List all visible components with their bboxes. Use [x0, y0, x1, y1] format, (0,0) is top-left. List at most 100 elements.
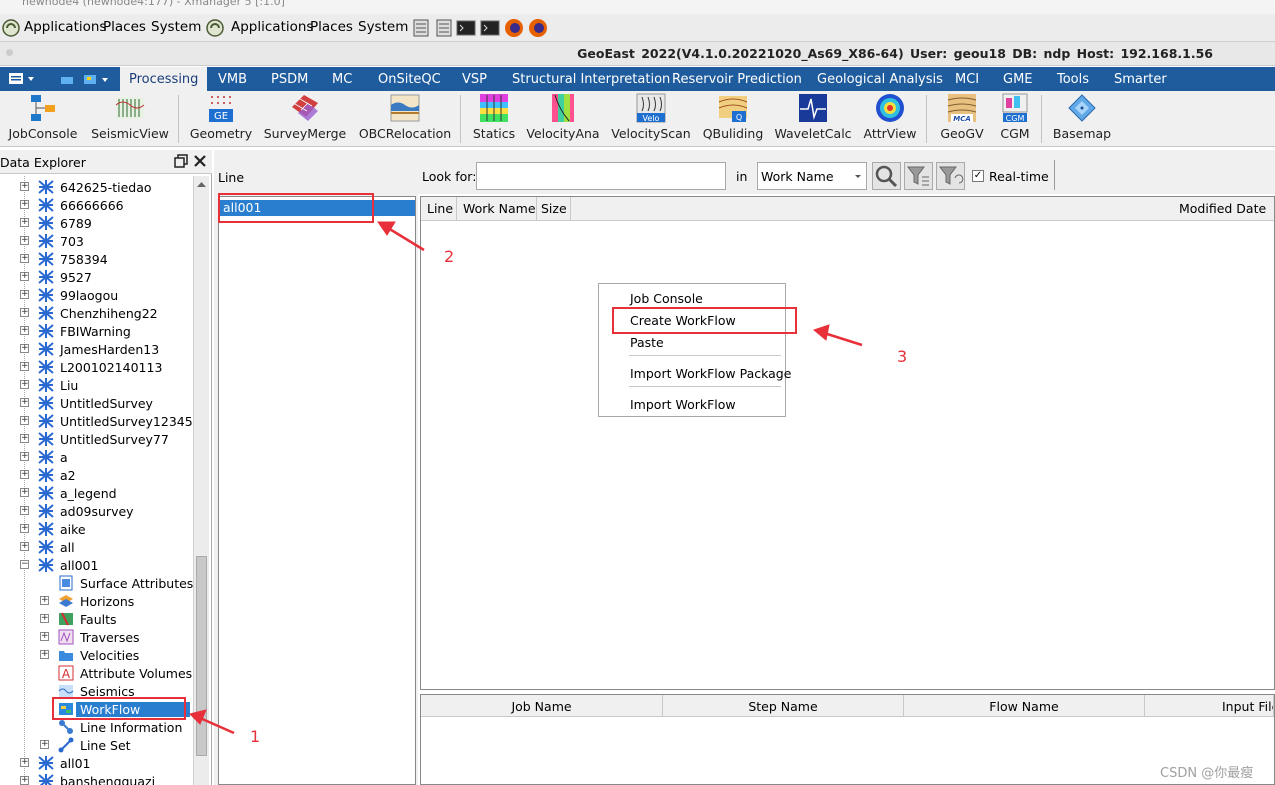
- tree-survey-item[interactable]: + Chenzhiheng22: [0, 304, 193, 322]
- tree-survey-item[interactable]: + FBIWarning: [0, 322, 193, 340]
- expand-toggle[interactable]: +: [20, 182, 29, 191]
- expand-toggle[interactable]: +: [20, 326, 29, 335]
- column-line[interactable]: Line: [427, 201, 453, 216]
- waveletcalc-tool[interactable]: WaveletCalc: [774, 93, 852, 141]
- expand-toggle[interactable]: +: [20, 254, 29, 263]
- menu-item-import-workflow-package[interactable]: Import WorkFlow Package: [630, 366, 791, 381]
- quick-tools-icon[interactable]: [60, 72, 110, 86]
- menu-places[interactable]: Places: [310, 19, 353, 35]
- expand-toggle[interactable]: +: [20, 218, 29, 227]
- tree-survey-item[interactable]: + UntitledSurvey: [0, 394, 193, 412]
- statics-tool[interactable]: Statics: [472, 93, 516, 141]
- basemap-tool[interactable]: Basemap: [1050, 93, 1114, 141]
- explorer-scrollbar[interactable]: [193, 176, 209, 785]
- tree-survey-item[interactable]: + Liu: [0, 376, 193, 394]
- expand-toggle[interactable]: +: [20, 362, 29, 371]
- expand-toggle[interactable]: +: [20, 380, 29, 389]
- velocityscan-tool[interactable]: Velo VelocityScan: [611, 93, 691, 141]
- tree-survey-item[interactable]: + aike: [0, 520, 193, 538]
- column-work-name[interactable]: Work Name: [463, 201, 536, 216]
- gnome-foot-icon[interactable]: [205, 18, 225, 38]
- gnome-foot-icon[interactable]: [1, 18, 21, 38]
- firefox-icon[interactable]: [528, 18, 548, 38]
- restore-icon[interactable]: [174, 154, 188, 168]
- tab-vmb[interactable]: VMB: [218, 72, 247, 87]
- file-manager-icon[interactable]: [411, 18, 431, 38]
- scroll-thumb[interactable]: [196, 556, 207, 756]
- collapse-toggle[interactable]: −: [20, 560, 29, 569]
- file-manager-icon[interactable]: [434, 18, 454, 38]
- column-job-name[interactable]: Job Name: [421, 695, 663, 717]
- tab-processing[interactable]: Processing: [120, 67, 208, 91]
- expand-toggle[interactable]: +: [20, 542, 29, 551]
- tree-survey-item[interactable]: +703: [0, 232, 193, 250]
- tree-survey-item[interactable]: + all: [0, 538, 193, 556]
- tab-vsp[interactable]: VSP: [462, 72, 487, 87]
- tab-mci[interactable]: MCI: [955, 72, 979, 87]
- tree-survey-item[interactable]: +642625-tiedao: [0, 178, 193, 196]
- menu-item-job-console[interactable]: Job Console: [630, 291, 703, 306]
- realtime-checkbox[interactable]: ✓: [972, 170, 984, 182]
- column-flow-name[interactable]: Flow Name: [904, 695, 1145, 717]
- close-icon[interactable]: [193, 154, 207, 168]
- expand-toggle[interactable]: +: [40, 596, 49, 605]
- menu-item-paste[interactable]: Paste: [630, 335, 664, 350]
- expand-toggle[interactable]: +: [40, 614, 49, 623]
- expand-toggle[interactable]: +: [20, 434, 29, 443]
- look-for-input[interactable]: [476, 162, 726, 190]
- tree-survey-item[interactable]: + L200102140113: [0, 358, 193, 376]
- tree-child-item[interactable]: A Attribute Volumes: [0, 664, 193, 682]
- tree-survey-item[interactable]: − all001: [0, 556, 193, 574]
- menu-item-import-workflow[interactable]: Import WorkFlow: [630, 397, 736, 412]
- jobconsole-tool[interactable]: JobConsole: [6, 93, 80, 141]
- obcrelocation-tool[interactable]: OBCRelocation: [357, 93, 453, 141]
- tab-tools[interactable]: Tools: [1057, 72, 1089, 87]
- seismicview-tool[interactable]: SeismicView: [90, 93, 170, 141]
- column-input-file[interactable]: Input File: [1145, 695, 1274, 717]
- tab-onsiteqc[interactable]: OnSiteQC: [378, 72, 441, 87]
- expand-toggle[interactable]: +: [20, 452, 29, 461]
- terminal-icon[interactable]: [480, 18, 500, 38]
- tab-geological-analysis[interactable]: Geological Analysis: [817, 72, 943, 87]
- cgm-tool[interactable]: CGM CGM: [996, 93, 1034, 141]
- expand-toggle[interactable]: +: [40, 740, 49, 749]
- surveymerge-tool[interactable]: SurveyMerge: [263, 93, 347, 141]
- tree-child-item[interactable]: Line Information: [0, 718, 193, 736]
- expand-toggle[interactable]: +: [20, 308, 29, 317]
- field-select[interactable]: Work Name: [757, 162, 867, 190]
- velocityana-tool[interactable]: VelocityAna: [526, 93, 600, 141]
- expand-toggle[interactable]: +: [20, 776, 29, 785]
- tree-survey-item[interactable]: + UntitledSurvey12345: [0, 412, 193, 430]
- tree-child-item[interactable]: + Line Set: [0, 736, 193, 754]
- tree-child-item[interactable]: + Faults: [0, 610, 193, 628]
- column-step-name[interactable]: Step Name: [663, 695, 904, 717]
- expand-toggle[interactable]: +: [40, 632, 49, 641]
- attrview-tool[interactable]: AttrView: [862, 93, 918, 141]
- expand-toggle[interactable]: +: [20, 236, 29, 245]
- geogv-tool[interactable]: MCA GeoGV: [936, 93, 988, 141]
- expand-toggle[interactable]: +: [20, 416, 29, 425]
- tree-survey-item[interactable]: +9527: [0, 268, 193, 286]
- firefox-icon[interactable]: [504, 18, 524, 38]
- expand-toggle[interactable]: +: [20, 758, 29, 767]
- tree-survey-item[interactable]: + a_legend: [0, 484, 193, 502]
- expand-toggle[interactable]: +: [20, 398, 29, 407]
- tree-survey-item[interactable]: + a: [0, 448, 193, 466]
- tree-survey-item[interactable]: + UntitledSurvey77: [0, 430, 193, 448]
- column-modified-date[interactable]: Modified Date: [1179, 201, 1266, 216]
- tab-gme[interactable]: GME: [1003, 72, 1033, 87]
- expand-toggle[interactable]: +: [40, 650, 49, 659]
- tree-survey-item[interactable]: +6789: [0, 214, 193, 232]
- column-size[interactable]: Size: [541, 201, 567, 216]
- tab-smarter[interactable]: Smarter: [1114, 72, 1167, 87]
- tree-survey-item[interactable]: + banshengguazi: [0, 772, 193, 785]
- expand-toggle[interactable]: +: [20, 200, 29, 209]
- expand-toggle[interactable]: +: [20, 488, 29, 497]
- expand-toggle[interactable]: +: [20, 470, 29, 479]
- expand-toggle[interactable]: +: [20, 272, 29, 281]
- tab-mc[interactable]: MC: [332, 72, 352, 87]
- tree-survey-item[interactable]: + a2: [0, 466, 193, 484]
- tree-child-item[interactable]: + Velocities: [0, 646, 193, 664]
- main-menu-icon[interactable]: [8, 72, 38, 86]
- menu-places[interactable]: Places: [103, 19, 146, 35]
